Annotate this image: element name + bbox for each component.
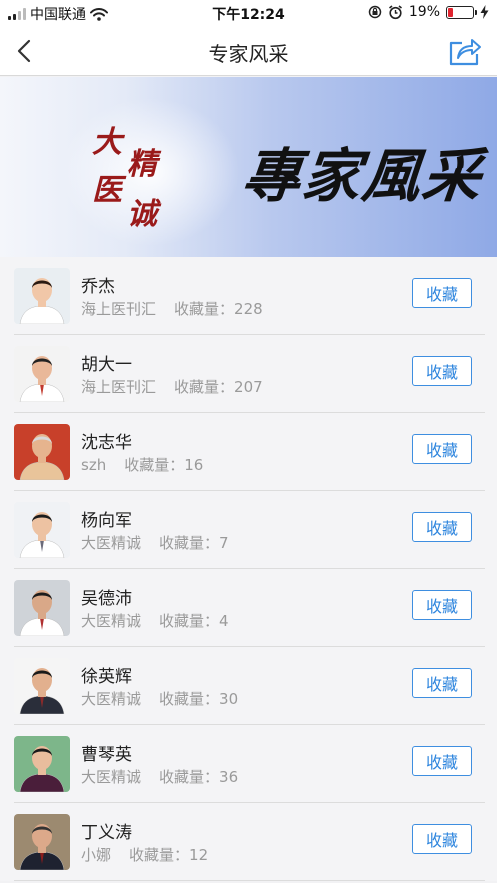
expert-source: 大医精诚 [81,612,142,630]
status-bar: 中国联通 下午12:24 19% [0,0,497,26]
alarm-icon [388,4,402,19]
share-icon[interactable] [447,34,483,68]
list-item[interactable]: 丁义涛 小娜 收藏量：12 收藏 [0,803,497,881]
fav-count-label: 收藏量： [124,456,185,474]
expert-source: szh [81,456,107,474]
expert-meta: 海上医刊汇 收藏量：228 [81,298,263,319]
fav-count: 228 [234,300,263,318]
fav-count: 12 [189,846,209,864]
fav-count-label: 收藏量： [159,534,220,552]
fav-count: 36 [219,768,239,786]
expert-name: 杨向军 [81,511,132,531]
fav-count-label: 收藏量： [129,846,190,864]
expert-meta: 大医精诚 收藏量：36 [81,766,238,787]
favorite-button[interactable]: 收藏 [412,668,472,698]
battery-percent: 19% [408,4,440,20]
list-item[interactable]: 乔杰 海上医刊汇 收藏量：228 收藏 [0,257,497,335]
favorite-button[interactable]: 收藏 [412,746,472,776]
charging-icon [480,5,489,19]
nav-bar: 专家风采 [0,26,497,76]
favorite-button[interactable]: 收藏 [412,434,472,464]
expert-name: 乔杰 [81,277,115,297]
expert-meta: 大医精诚 收藏量：30 [81,688,238,709]
favorite-button[interactable]: 收藏 [412,356,472,386]
avatar [14,346,70,402]
avatar [14,814,70,870]
favorite-button[interactable]: 收藏 [412,278,472,308]
favorite-button[interactable]: 收藏 [412,512,472,542]
banner-char-cheng: 诚 [127,197,157,232]
avatar [14,502,70,558]
list-item[interactable]: 沈志华 szh 收藏量：16 收藏 [0,413,497,491]
fav-count-label: 收藏量： [174,378,235,396]
expert-source: 大医精诚 [81,534,142,552]
avatar [14,736,70,792]
expert-source: 大医精诚 [81,768,142,786]
list-item[interactable]: 吴德沛 大医精诚 收藏量：4 收藏 [0,569,497,647]
expert-source: 海上医刊汇 [81,300,157,318]
expert-name: 吴德沛 [81,589,132,609]
fav-count: 207 [234,378,263,396]
expert-name: 曹琴英 [81,745,132,765]
banner-char-yi: 医 [92,173,122,208]
fav-count: 30 [219,690,239,708]
banner-char-da: 大 [92,125,122,160]
favorite-button[interactable]: 收藏 [412,590,472,620]
list-item[interactable]: 曹琴英 大医精诚 收藏量：36 收藏 [0,725,497,803]
expert-source: 小娜 [81,846,112,864]
fav-count: 7 [219,534,229,552]
expert-meta: 大医精诚 收藏量：7 [81,532,229,553]
avatar [14,580,70,636]
fav-count-label: 收藏量： [159,768,220,786]
expert-name: 徐英辉 [81,667,132,687]
expert-source: 大医精诚 [81,690,142,708]
banner-title: 專家風采 [238,142,487,210]
rotation-lock-icon [368,5,382,19]
banner-image: 大 医 精 诚 專家風采 [0,77,497,257]
expert-list: 乔杰 海上医刊汇 收藏量：228 收藏 胡大一 海上医刊汇 收藏量：207 收藏 沈志华 szh 收… [0,257,497,881]
status-right: 19% [368,4,489,20]
expert-name: 胡大一 [81,355,132,375]
expert-meta: szh 收藏量：16 [81,454,203,475]
expert-name: 沈志华 [81,433,132,453]
fav-count-label: 收藏量： [159,612,220,630]
banner-char-jing: 精 [127,147,157,182]
fav-count: 16 [184,456,204,474]
avatar [14,658,70,714]
favorite-button[interactable]: 收藏 [412,824,472,854]
fav-count-label: 收藏量： [159,690,220,708]
fav-count: 4 [219,612,229,630]
page-title: 专家风采 [208,42,289,66]
battery-icon [446,5,477,19]
expert-meta: 大医精诚 收藏量：4 [81,610,229,631]
list-item[interactable]: 杨向军 大医精诚 收藏量：7 收藏 [0,491,497,569]
expert-meta: 海上医刊汇 收藏量：207 [81,376,263,397]
list-item[interactable]: 徐英辉 大医精诚 收藏量：30 收藏 [0,647,497,725]
list-item[interactable]: 胡大一 海上医刊汇 收藏量：207 收藏 [0,335,497,413]
expert-source: 海上医刊汇 [81,378,157,396]
avatar [14,424,70,480]
expert-meta: 小娜 收藏量：12 [81,844,208,865]
expert-name: 丁义涛 [81,823,132,843]
fav-count-label: 收藏量： [174,300,235,318]
avatar [14,268,70,324]
